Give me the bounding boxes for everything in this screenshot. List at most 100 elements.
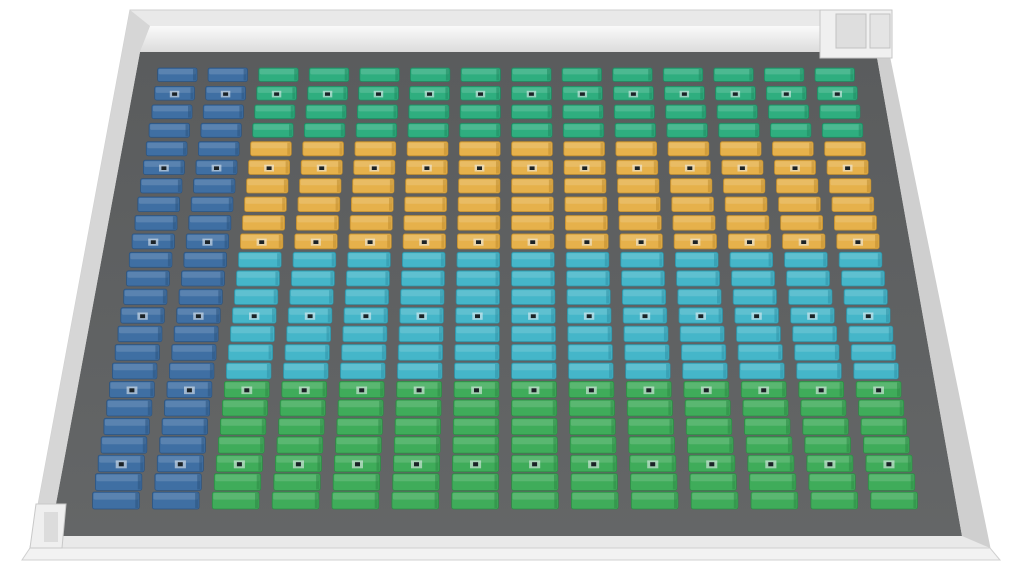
storage-unit (618, 215, 662, 231)
storage-unit (778, 196, 821, 213)
unit-label-mark (195, 314, 201, 319)
unit-label-mark (531, 388, 537, 393)
storage-unit (188, 215, 232, 231)
unit-label-mark (172, 92, 178, 96)
storage-unit (456, 251, 500, 268)
storage-unit (457, 196, 501, 213)
unit-label-mark (703, 388, 709, 393)
storage-unit (511, 196, 554, 213)
storage-unit (455, 307, 500, 324)
storage-unit (230, 325, 275, 343)
storage-unit (742, 399, 789, 417)
storage-unit (406, 141, 449, 157)
storage-unit (284, 344, 330, 361)
storage-unit (403, 215, 447, 231)
storage-unit (190, 196, 234, 213)
storage-unit (630, 491, 679, 510)
unit-label-mark (474, 388, 479, 393)
storage-unit (297, 196, 341, 213)
storage-unit (768, 104, 809, 120)
storage-unit (308, 67, 350, 82)
storage-unit (829, 178, 872, 194)
storage-unit (737, 344, 783, 361)
storage-unit (271, 491, 320, 510)
storage-unit (729, 251, 773, 268)
storage-unit (112, 362, 158, 380)
storage-unit (336, 417, 383, 436)
storage-unit (140, 178, 183, 194)
storage-unit (223, 380, 270, 398)
storage-unit (567, 344, 613, 361)
storage-unit (401, 270, 445, 287)
unit-label-mark (177, 462, 183, 467)
warehouse-scene (21, 9, 1002, 561)
unit-label-mark (855, 240, 861, 244)
storage-unit (616, 159, 659, 175)
storage-unit (451, 491, 499, 510)
storage-unit (858, 399, 905, 417)
storage-unit (715, 86, 756, 101)
storage-unit (459, 104, 501, 120)
storage-unit (234, 288, 279, 305)
storage-unit (562, 86, 603, 101)
back-wall-face (140, 26, 876, 52)
storage-unit (619, 233, 663, 250)
storage-unit (511, 473, 559, 491)
storage-unit (397, 344, 443, 361)
storage-unit (628, 436, 676, 454)
unit-label-mark (827, 462, 833, 467)
storage-unit (569, 399, 615, 417)
storage-unit (453, 380, 500, 398)
storage-unit (166, 380, 213, 398)
storage-unit (662, 67, 704, 82)
corner-room (819, 9, 893, 59)
storage-unit (227, 344, 273, 361)
storage-unit (173, 325, 219, 343)
storage-unit (232, 307, 277, 324)
unit-label-mark (118, 462, 124, 467)
storage-unit (511, 270, 555, 287)
storage-unit (853, 362, 899, 380)
storage-unit (804, 436, 851, 454)
storage-unit (617, 178, 660, 194)
storage-unit (205, 86, 246, 101)
storage-unit (456, 270, 500, 287)
unit-label-mark (251, 314, 257, 319)
storage-unit (846, 307, 891, 324)
storage-unit (562, 122, 605, 138)
storage-unit (273, 473, 321, 491)
storage-unit (571, 491, 619, 510)
unit-label-mark (205, 240, 210, 244)
storage-unit (92, 491, 140, 510)
storage-unit (161, 417, 208, 436)
unit-label-mark (477, 166, 482, 170)
storage-unit (511, 454, 559, 473)
storage-unit (734, 307, 779, 324)
unit-label-mark (427, 92, 432, 96)
storage-unit (724, 196, 768, 213)
storage-unit (511, 325, 556, 343)
unit-label-mark (834, 92, 840, 96)
storage-unit (459, 122, 501, 138)
unit-label-mark (818, 388, 824, 393)
storage-unit (171, 344, 217, 361)
unit-label-mark (371, 166, 377, 170)
storage-unit (817, 86, 858, 101)
storage-unit (156, 454, 204, 473)
storage-unit (286, 325, 332, 343)
storage-unit (511, 233, 555, 250)
storage-unit (157, 67, 198, 82)
storage-unit (683, 380, 730, 398)
storage-unit (337, 399, 384, 417)
storage-unit (739, 362, 785, 380)
storage-unit (164, 399, 210, 417)
storage-unit (626, 380, 672, 398)
storage-unit (790, 307, 835, 324)
storage-unit (671, 196, 714, 213)
storage-unit (511, 67, 552, 82)
unit-label-mark (424, 166, 430, 170)
storage-unit (299, 178, 342, 194)
storage-unit (176, 307, 221, 324)
storage-unit (511, 141, 553, 157)
storage-unit (305, 104, 347, 120)
